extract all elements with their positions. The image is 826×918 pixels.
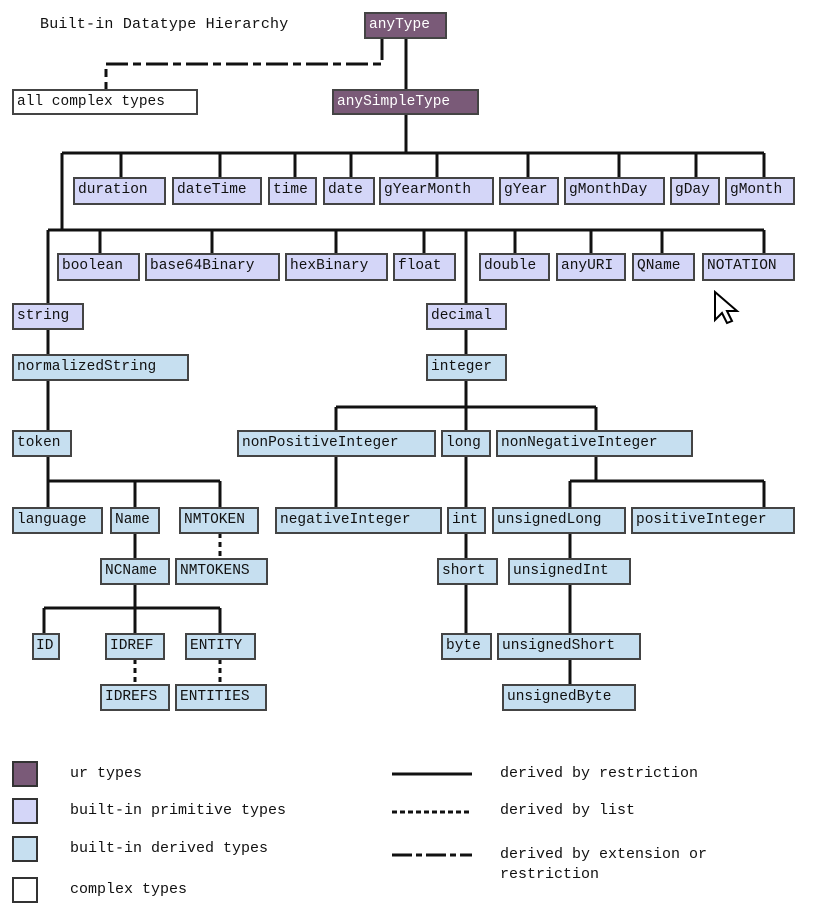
node-long: long [441,430,491,457]
node-base64binary: base64Binary [145,253,280,281]
node-short: short [437,558,498,585]
node-duration: duration [73,177,166,205]
node-anytype: anyType [364,12,447,39]
node-gmonth: gMonth [725,177,795,205]
node-date: date [323,177,375,205]
node-entity: ENTITY [185,633,256,660]
node-gday: gDay [670,177,720,205]
legend-label-extension-2: restriction [500,866,600,883]
legend-swatch-complex [12,877,38,903]
node-boolean: boolean [57,253,140,281]
node-unsignedshort: unsignedShort [497,633,641,660]
node-nmtoken: NMTOKEN [179,507,259,534]
node-unsignedlong: unsignedLong [492,507,626,534]
legend-label-primitive: built-in primitive types [70,802,287,819]
node-token: token [12,430,72,457]
node-negativeinteger: negativeInteger [275,507,442,534]
node-integer: integer [426,354,507,381]
node-idref: IDREF [105,633,165,660]
legend-swatch-primitive [12,798,38,824]
node-gyear: gYear [499,177,559,205]
node-nonpositiveinteger: nonPositiveInteger [237,430,436,457]
node-int: int [447,507,486,534]
node-gmonthday: gMonthDay [564,177,665,205]
connector-anytype-complex [104,38,384,89]
node-string: string [12,303,84,330]
node-datetime: dateTime [172,177,262,205]
node-hexbinary: hexBinary [285,253,388,281]
legend-label-restriction: derived by restriction [500,765,699,782]
node-double: double [479,253,550,281]
node-entities: ENTITIES [175,684,267,711]
node-decimal: decimal [426,303,507,330]
node-all-complex-types: all complex types [12,89,198,115]
node-unsignedint: unsignedInt [508,558,631,585]
node-language: language [12,507,103,534]
node-ncname: NCName [100,558,170,585]
mouse-cursor-icon [714,290,740,325]
legend-label-list: derived by list [500,802,636,819]
legend-label-ur: ur types [70,765,143,782]
node-qname: QName [632,253,695,281]
node-nonnegativeinteger: nonNegativeInteger [496,430,693,457]
node-nmtokens: NMTOKENS [175,558,268,585]
node-notation: NOTATION [702,253,795,281]
legend-swatch-ur [12,761,38,787]
node-id: ID [32,633,60,660]
node-name: Name [110,507,160,534]
legend-label-derived: built-in derived types [70,840,269,857]
legend-swatch-derived [12,836,38,862]
node-anyuri: anyURI [556,253,626,281]
legend-label-complex: complex types [70,881,188,898]
diagram-title: Built-in Datatype Hierarchy [40,16,289,33]
node-time: time [268,177,317,205]
node-gyearmonth: gYearMonth [379,177,494,205]
node-positiveinteger: positiveInteger [631,507,795,534]
node-idrefs: IDREFS [100,684,170,711]
node-byte: byte [441,633,492,660]
node-unsignedbyte: unsignedByte [502,684,636,711]
legend-label-extension-1: derived by extension or [500,846,708,863]
node-float: float [393,253,456,281]
node-normalizedstring: normalizedString [12,354,189,381]
node-anysimpletype: anySimpleType [332,89,479,115]
